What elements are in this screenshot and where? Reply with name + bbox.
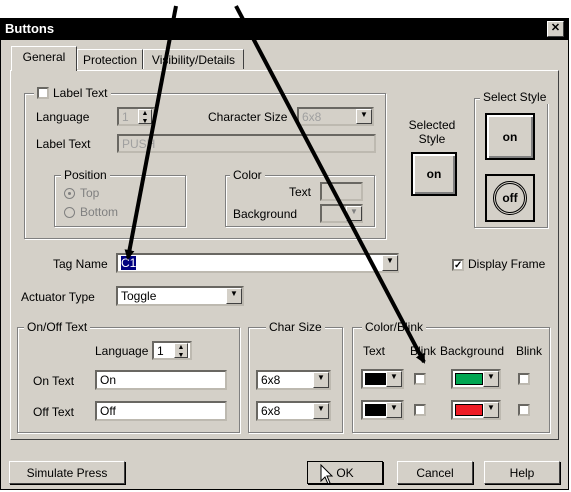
style-option-round-off[interactable]: off — [485, 174, 535, 222]
char-size-legend: Char Size — [266, 320, 325, 334]
color-blink-legend: Color/Blink — [362, 320, 427, 334]
actuator-type-label: Actuator Type — [21, 290, 95, 304]
on-background-color-swatch — [455, 373, 483, 385]
off-text-label: Off Text — [33, 405, 74, 419]
cancel-button[interactable]: Cancel — [397, 461, 473, 484]
off-text-color-swatch — [365, 404, 387, 416]
position-legend: Position — [61, 168, 110, 182]
chevron-down-icon[interactable]: ▼ — [386, 371, 402, 387]
language-label: Language — [36, 110, 90, 124]
off-text-input[interactable]: Off — [95, 401, 227, 421]
label-text-legend: Label Text — [34, 86, 111, 100]
chevron-down-icon[interactable]: ▼ — [483, 371, 499, 387]
label-text-input[interactable]: PUSH — [117, 134, 376, 153]
chevron-down-icon[interactable]: ▼ — [356, 109, 372, 124]
tab-protection[interactable]: Protection — [77, 49, 143, 69]
on-text-input[interactable]: On — [95, 370, 227, 390]
background-column-header: Background — [440, 344, 505, 358]
on-text-label: On Text — [33, 374, 75, 388]
off-text-blink-checkbox[interactable] — [414, 404, 426, 416]
blink-column-header: Blink — [410, 344, 437, 358]
label-text-color-select[interactable] — [320, 182, 363, 201]
chevron-down-icon[interactable]: ▼ — [313, 372, 329, 388]
character-size-label: Character Size — [208, 110, 288, 124]
window-title: Buttons — [5, 21, 55, 36]
selected-style-preview: on — [411, 152, 457, 196]
on-text-blink-checkbox[interactable] — [414, 373, 426, 385]
blink2-column-header: Blink — [516, 344, 543, 358]
tag-name-dropdown-icon[interactable]: ▼ — [382, 255, 398, 271]
actuator-type-select[interactable]: Toggle — [116, 286, 244, 306]
help-button[interactable]: Help — [484, 461, 560, 484]
label-color-background-label: Background — [233, 207, 298, 221]
tag-name-value: C1 — [121, 256, 137, 270]
tab-visibility-details[interactable]: Visibility/Details — [143, 49, 244, 69]
on-off-language-spin-icon[interactable]: ▲ ▼ — [174, 343, 188, 359]
title-bar: Buttons ✕ — [0, 18, 569, 40]
tag-name-input[interactable]: C1 — [116, 253, 399, 273]
chevron-down-icon[interactable]: ▼ — [226, 288, 242, 304]
label-text-field-label: Label Text — [36, 137, 91, 151]
off-background-blink-checkbox[interactable] — [518, 404, 530, 416]
off-background-color-swatch — [455, 404, 483, 416]
position-top-label: Top — [80, 186, 100, 200]
language-spin-icon[interactable]: ▲ ▼ — [138, 109, 152, 125]
label-text-checkbox[interactable] — [37, 87, 49, 99]
chevron-down-icon[interactable]: ▼ — [346, 206, 362, 221]
position-top-radio[interactable] — [64, 188, 75, 199]
display-frame-label: Display Frame — [468, 257, 546, 271]
select-style-legend: Select Style — [480, 90, 550, 104]
on-background-blink-checkbox[interactable] — [518, 373, 530, 385]
selected-style-label: Selected Style — [408, 118, 456, 146]
position-bottom-label: Bottom — [80, 205, 119, 219]
position-bottom-radio[interactable] — [64, 207, 75, 218]
chevron-down-icon[interactable]: ▼ — [386, 402, 402, 418]
simulate-press-button[interactable]: Simulate Press — [9, 461, 125, 484]
label-color-text-label: Text — [289, 185, 312, 199]
label-color-legend: Color — [230, 168, 265, 182]
on-off-text-legend: On/Off Text — [24, 320, 91, 334]
tab-general[interactable]: General — [11, 46, 77, 71]
position-group — [54, 175, 186, 227]
text-column-header: Text — [363, 344, 386, 358]
mouse-cursor-icon — [320, 464, 334, 485]
on-text-color-swatch — [365, 373, 387, 385]
tag-name-label: Tag Name — [53, 257, 108, 271]
ok-button[interactable]: OK — [307, 461, 383, 484]
ok-label: OK — [336, 466, 354, 480]
round-off-circle: off — [493, 181, 527, 215]
chevron-down-icon[interactable]: ▼ — [313, 403, 329, 419]
style-option-square-on[interactable]: on — [485, 113, 535, 160]
chevron-down-icon[interactable]: ▼ — [483, 402, 499, 418]
on-off-language-label: Language — [95, 344, 149, 358]
display-frame-checkbox[interactable]: ✓ — [452, 259, 464, 271]
close-icon[interactable]: ✕ — [547, 21, 564, 37]
